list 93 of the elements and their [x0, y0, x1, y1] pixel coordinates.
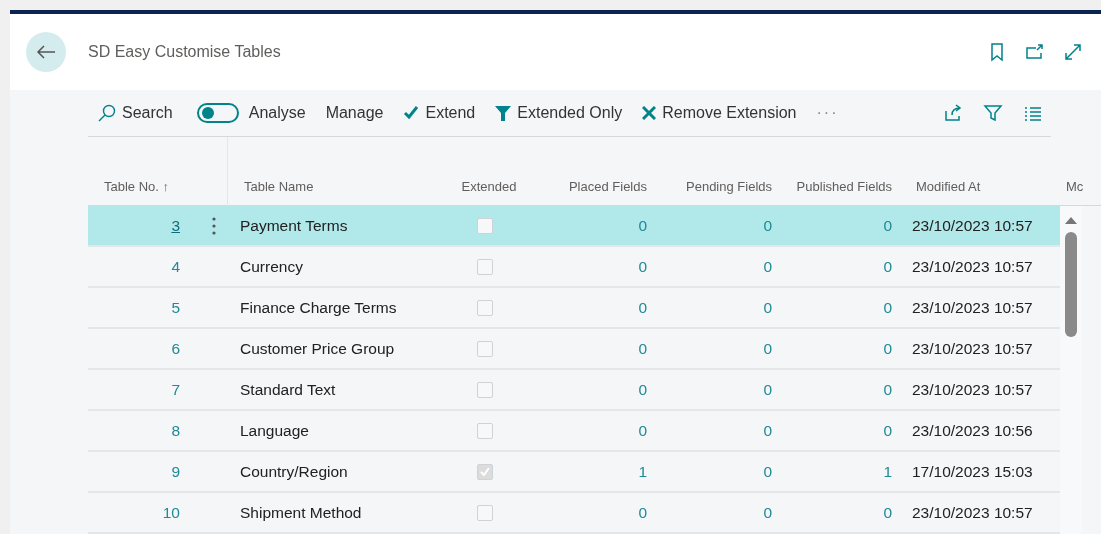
search-icon — [98, 104, 116, 122]
column-header[interactable]: Table Name — [228, 177, 440, 208]
table-cell-text: Currency — [239, 257, 304, 276]
table-row[interactable]: 4 Currency 0 0 0 23/10/2023 10:57 — [88, 247, 1060, 288]
extended-checkbox[interactable] — [477, 504, 493, 521]
extended-checkbox[interactable] — [477, 381, 493, 398]
table-cell-text: 23/10/2023 10:56 — [911, 421, 1034, 440]
table-cell-text: 0 — [882, 298, 893, 317]
table-number-link[interactable]: 9 — [88, 462, 200, 481]
toolbar-button[interactable]: Remove Extension — [632, 97, 807, 129]
extended-checkbox[interactable] — [477, 217, 493, 234]
table-cell-text: 0 — [637, 380, 648, 399]
table-row[interactable]: 9 Country/Region 1 0 1 17/10/2023 15:03 — [88, 452, 1060, 493]
table-cell-text: Finance Charge Terms — [239, 298, 398, 317]
table-cell-text: 0 — [637, 503, 648, 522]
table-cell-text: 1 — [637, 462, 648, 481]
table-number-link[interactable]: 4 — [88, 257, 200, 276]
table-cell-text: Language — [239, 421, 310, 440]
table-cell-text: 0 — [882, 216, 893, 235]
extended-checkbox[interactable] — [477, 258, 493, 275]
table-cell-text: 0 — [762, 298, 773, 317]
filter-icon[interactable] — [983, 103, 1003, 123]
table-cell-text: 0 — [637, 298, 648, 317]
table-row[interactable]: 7 Standard Text 0 0 0 23/10/2023 10:57 — [88, 370, 1060, 411]
table-cell-text: 0 — [882, 421, 893, 440]
column-header[interactable]: Published Fields — [780, 177, 900, 208]
scroll-up-icon[interactable] — [1065, 216, 1077, 224]
open-new-window-icon[interactable] — [1025, 42, 1045, 62]
toolbar-button[interactable]: Manage — [315, 97, 394, 129]
table-cell-text: 0 — [762, 421, 773, 440]
table-cell-text: 0 — [637, 339, 648, 358]
table-cell-text: 0 — [762, 503, 773, 522]
table-row[interactable]: 3 Payment Terms 0 0 0 23/10/2023 10:57 — [88, 206, 1060, 247]
search-button[interactable]: Search — [88, 97, 183, 129]
table-cell-text: 0 — [637, 216, 648, 235]
table-cell-text: 23/10/2023 10:57 — [911, 298, 1034, 317]
table-cell-text: 1 — [882, 462, 893, 481]
column-header[interactable]: Modified At — [900, 177, 1060, 208]
column-header[interactable]: Placed Fields — [530, 177, 655, 208]
table-cell-text: Standard Text — [239, 380, 337, 399]
table-cell-text: 23/10/2023 10:57 — [911, 257, 1034, 276]
column-header[interactable]: Mc — [1060, 177, 1085, 208]
table-row[interactable]: 6 Customer Price Group 0 0 0 23/10/2023 10:57 — [88, 329, 1060, 370]
extended-checkbox[interactable] — [477, 299, 493, 316]
table-number-link[interactable]: 6 — [88, 339, 200, 358]
table-cell-text: 23/10/2023 10:57 — [911, 380, 1034, 399]
back-button[interactable] — [26, 32, 66, 72]
funnel-icon — [495, 105, 512, 121]
scrollbar-thumb[interactable] — [1065, 232, 1077, 337]
table-cell-text: 23/10/2023 10:57 — [911, 216, 1034, 235]
table-cell-text: 0 — [882, 257, 893, 276]
page-title: SD Easy Customise Tables — [88, 43, 282, 61]
close-icon — [642, 106, 657, 120]
more-vertical-icon[interactable] — [212, 216, 216, 235]
table-cell-text: 0 — [762, 462, 773, 481]
table-cell-text: Country/Region — [239, 462, 349, 481]
back-arrow-icon — [36, 44, 56, 60]
analyse-label: Analyse — [247, 103, 307, 123]
table-row[interactable]: 8 Language 0 0 0 23/10/2023 10:56 — [88, 411, 1060, 452]
toolbar-button[interactable]: Extend — [393, 97, 486, 129]
table-cell-text: 0 — [762, 380, 773, 399]
check-icon — [403, 105, 420, 121]
table-cell-text: 0 — [882, 380, 893, 399]
table-cell-text: 0 — [762, 339, 773, 358]
table-cell-text: 23/10/2023 10:57 — [911, 339, 1034, 358]
table-number-link[interactable]: 10 — [88, 503, 200, 522]
table-cell-text: Payment Terms — [239, 216, 349, 235]
table-cell-text: 23/10/2023 10:57 — [911, 503, 1034, 522]
extended-checkbox[interactable] — [477, 422, 493, 439]
table-cell-text: Customer Price Group — [239, 339, 396, 358]
share-icon[interactable] — [943, 103, 963, 123]
table-cell-text: Shipment Method — [239, 503, 363, 522]
column-header[interactable]: Pending Fields — [655, 177, 780, 208]
table-cell-text: 0 — [637, 421, 648, 440]
table-number-link[interactable]: 7 — [88, 380, 200, 399]
extended-checkbox[interactable] — [477, 340, 493, 357]
column-header[interactable]: Extended — [440, 177, 530, 208]
more-button[interactable]: ··· — [806, 97, 849, 129]
expand-icon[interactable] — [1063, 42, 1083, 62]
table-number-link[interactable]: 8 — [88, 421, 200, 440]
extended-checkbox[interactable] — [477, 463, 493, 480]
toolbar-button[interactable]: Extended Only — [485, 97, 633, 129]
table-cell-text: 0 — [762, 257, 773, 276]
table-cell-text: 0 — [882, 503, 893, 522]
analyse-toggle[interactable] — [196, 103, 239, 123]
table-row[interactable]: 10 Shipment Method 0 0 0 23/10/2023 10:57 — [88, 493, 1060, 534]
table-cell-text: 0 — [637, 257, 648, 276]
table-cell-text: 17/10/2023 15:03 — [911, 462, 1034, 481]
table-cell-text: 0 — [762, 216, 773, 235]
table-number-link[interactable]: 3 — [88, 216, 200, 235]
table-number-link[interactable]: 5 — [88, 298, 200, 317]
table-row[interactable]: 5 Finance Charge Terms 0 0 0 23/10/2023 10:57 — [88, 288, 1060, 329]
table-cell-text: 0 — [882, 339, 893, 358]
